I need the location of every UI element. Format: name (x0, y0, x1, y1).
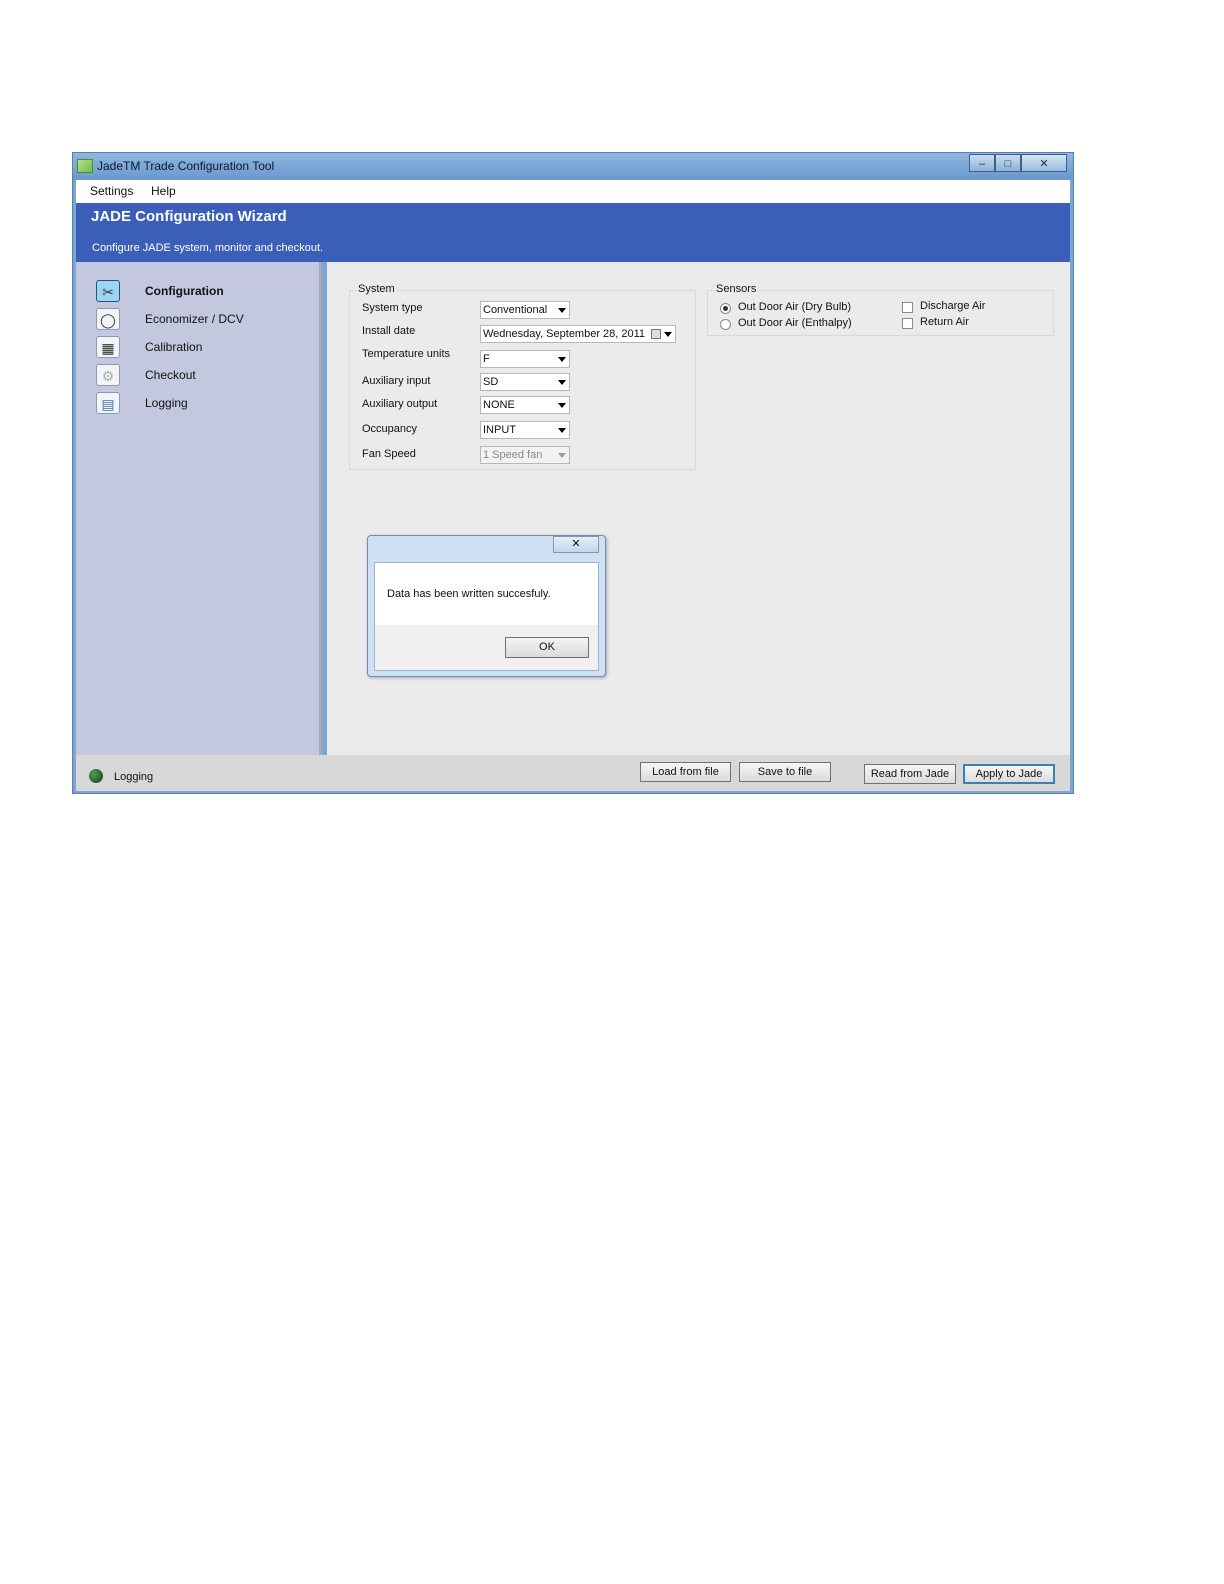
chevron-down-icon (558, 428, 566, 433)
install-date-value: Wednesday, September 28, 2011 (483, 328, 646, 340)
calibration-icon: ▦ (96, 336, 120, 358)
app-icon (77, 159, 93, 173)
sensors-group: Sensors Out Door Air (Dry Bulb) Out Door… (707, 283, 1054, 336)
minimize-button[interactable]: – (969, 154, 995, 172)
auxiliary-output-select[interactable]: NONE (480, 396, 570, 414)
wizard-subtitle: Configure JADE system, monitor and check… (92, 242, 324, 254)
save-to-file-button[interactable]: Save to file (739, 762, 831, 782)
read-from-jade-button[interactable]: Read from Jade (864, 764, 956, 784)
enthalpy-label: Out Door Air (Enthalpy) (738, 317, 852, 329)
temperature-units-value: F (483, 353, 490, 365)
auxiliary-input-value: SD (483, 376, 499, 388)
system-group: System System type Conventional Install … (349, 283, 696, 470)
tools-icon: ✂ (96, 280, 120, 302)
auxiliary-input-select[interactable]: SD (480, 373, 570, 391)
auxiliary-output-label: Auxiliary output (362, 398, 438, 410)
status-indicator-icon (89, 769, 103, 783)
dialog-close-button[interactable]: ✕ (553, 536, 599, 553)
sidebar-item-label: Economizer / DCV (145, 312, 244, 326)
apply-to-jade-button[interactable]: Apply to Jade (963, 764, 1055, 784)
return-air-label: Return Air (920, 316, 969, 328)
sidebar-item-label: Configuration (145, 284, 224, 298)
sidebar: ✂ Configuration ◯ Economizer / DCV ▦ Cal… (76, 262, 322, 755)
sidebar-item-label: Calibration (145, 340, 203, 354)
temperature-units-label: Temperature units (362, 348, 451, 360)
auxiliary-output-value: NONE (483, 399, 515, 411)
message-dialog: ✕ Data has been written succesfuly. OK (367, 535, 606, 677)
load-from-file-button[interactable]: Load from file (640, 762, 731, 782)
dry-bulb-label: Out Door Air (Dry Bulb) (738, 301, 852, 313)
checkbox-discharge-air[interactable] (902, 302, 913, 313)
chevron-down-icon (558, 380, 566, 385)
menu-help[interactable]: Help (151, 184, 176, 198)
fan-speed-label: Fan Speed (362, 448, 416, 460)
close-button[interactable]: ✕ (1021, 154, 1067, 172)
system-type-value: Conventional (483, 304, 548, 316)
dialog-body: Data has been written succesfuly. OK (374, 562, 599, 671)
ok-button[interactable]: OK (505, 637, 589, 658)
radio-dry-bulb[interactable] (720, 303, 731, 314)
radio-enthalpy[interactable] (720, 319, 731, 330)
chevron-down-icon (558, 357, 566, 362)
chevron-down-icon (558, 308, 566, 313)
fan-speed-select[interactable]: 1 Speed fan (480, 446, 570, 464)
checkbox-return-air[interactable] (902, 318, 913, 329)
wizard-title: JADE Configuration Wizard (91, 208, 287, 225)
system-type-select[interactable]: Conventional (480, 301, 570, 319)
system-type-label: System type (362, 302, 423, 314)
auxiliary-input-label: Auxiliary input (362, 375, 431, 387)
window-controls: – □ ✕ (969, 154, 1067, 173)
fan-speed-value: 1 Speed fan (483, 449, 543, 461)
sidebar-item-label: Checkout (145, 368, 196, 382)
footer-bar: Logging Load from file Save to file Read… (76, 755, 1070, 791)
install-date-picker[interactable]: Wednesday, September 28, 2011 (480, 325, 676, 343)
occupancy-select[interactable]: INPUT (480, 421, 570, 439)
chevron-down-icon (558, 453, 566, 458)
dialog-footer: OK (375, 625, 598, 670)
sidebar-item-label: Logging (145, 396, 188, 410)
log-chart-icon: ▤ (96, 392, 120, 414)
dialog-message: Data has been written succesfuly. (387, 588, 551, 600)
system-group-title: System (356, 283, 397, 295)
content-panel: System System type Conventional Install … (327, 262, 1070, 755)
title-bar[interactable]: JadeTM Trade Configuration Tool – □ ✕ (73, 153, 1073, 180)
occupancy-label: Occupancy (362, 423, 418, 435)
status-label: Logging (114, 771, 154, 783)
wizard-header: JADE Configuration Wizard Configure JADE… (76, 203, 1070, 262)
menu-bar: Settings Help (76, 180, 1070, 203)
occupancy-value: INPUT (483, 424, 516, 436)
menu-settings[interactable]: Settings (90, 184, 133, 198)
gear-icon: ⚙ (96, 364, 120, 386)
economizer-icon: ◯ (96, 308, 120, 330)
window-title: JadeTM Trade Configuration Tool (97, 159, 275, 173)
app-window: JadeTM Trade Configuration Tool – □ ✕ Se… (72, 152, 1074, 794)
install-date-label: Install date (362, 325, 416, 337)
chevron-down-icon (664, 332, 672, 337)
sensors-group-title: Sensors (714, 283, 759, 295)
calendar-icon (651, 329, 661, 339)
chevron-down-icon (558, 403, 566, 408)
discharge-air-label: Discharge Air (920, 300, 986, 312)
temperature-units-select[interactable]: F (480, 350, 570, 368)
maximize-button[interactable]: □ (995, 154, 1021, 172)
